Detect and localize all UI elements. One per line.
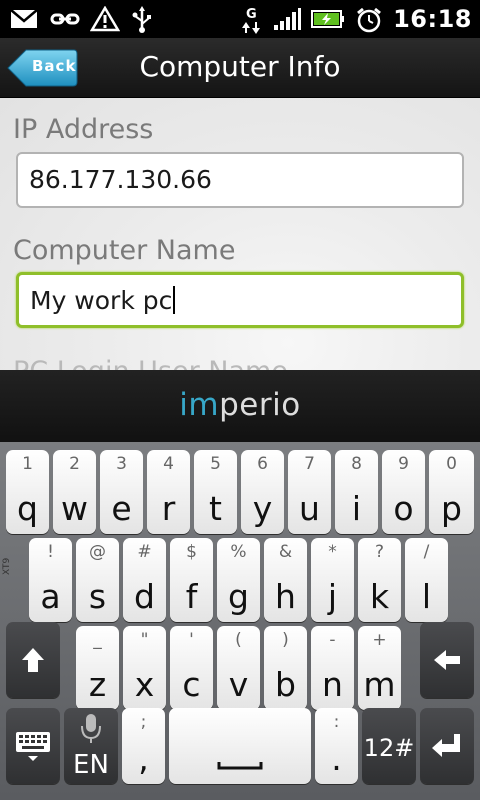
form-area: IP Address 86.177.130.66 Computer Name M… [0,98,480,370]
text-caret [173,286,176,314]
keyboard-icon [16,732,50,761]
ip-address-label: IP Address [13,114,154,145]
key-o[interactable]: 9o [382,450,425,534]
key-period[interactable]: :. [315,708,358,784]
warning-icon [89,5,121,32]
backspace-key[interactable] [420,622,474,698]
imperio-logo: imperio [179,387,301,423]
space-bar-icon [217,762,263,770]
key-c[interactable]: ' c [170,626,213,710]
key-p[interactable]: 0p [429,450,474,534]
pc-login-user-name-label: PC Login User Name [13,356,288,370]
ime-logo-bar: imperio [0,370,480,442]
key-b[interactable]: ) b [264,626,307,710]
language-mic-key[interactable]: EN [64,708,118,784]
title-bar: Back Computer Info [0,38,480,98]
key-h[interactable]: & h [264,538,307,622]
key-i[interactable]: 8i [335,450,378,534]
status-time: 16:18 [393,5,472,33]
page-title: Computer Info [139,50,341,83]
computer-name-label: Computer Name [13,235,236,266]
alarm-clock-icon [355,6,383,33]
symbols-key[interactable]: 12# [362,708,416,784]
status-right-icons: G 16:18 [241,4,472,34]
key-r[interactable]: 4r [147,450,190,534]
key-z[interactable]: _ z [76,626,119,710]
key-k[interactable]: ? k [358,538,401,622]
status-left-icons [10,4,158,34]
key-a[interactable]: ! a [29,538,72,622]
key-e[interactable]: 3e [100,450,143,534]
symbols-label: 12# [363,734,415,762]
shift-key[interactable] [6,622,60,698]
battery-charging-icon [311,6,345,32]
microphone-icon [81,714,101,743]
language-label: EN [73,750,109,780]
enter-key[interactable] [420,708,474,784]
key-comma[interactable]: ;, [122,708,165,784]
key-g[interactable]: % g [217,538,260,622]
soft-keyboard: 1q 2w 3e 4r 5t 6y 7u 8i 9o 0p ! a @ s # d $… [0,442,480,800]
key-t[interactable]: 5t [194,450,237,534]
signal-icon [273,6,302,32]
key-w[interactable]: 2w [53,450,96,534]
gprs-icon: G [241,6,263,34]
key-x[interactable]: " x [123,626,166,710]
computer-name-input[interactable]: My work pc [16,272,464,328]
key-d[interactable]: # d [123,538,166,622]
status-bar: G 16:18 [0,0,480,38]
computer-name-value: My work pc [30,286,173,315]
key-q[interactable]: 1q [6,450,49,534]
key-f[interactable]: $ f [170,538,213,622]
xt9-label: XT9 [2,557,12,575]
shift-arrow-icon [22,648,44,672]
keyboard-hide-key[interactable] [6,708,60,784]
ip-address-value: 86.177.130.66 [29,165,212,194]
usb-icon [130,6,158,33]
enter-arrow-icon [432,734,460,757]
space-key[interactable] [169,708,311,784]
key-u[interactable]: 7u [288,450,331,534]
mail-icon [10,6,38,32]
ip-address-input[interactable]: 86.177.130.66 [16,152,464,208]
svg-text:G: G [246,7,257,22]
key-m[interactable]: + m [358,626,401,710]
key-n[interactable]: -n [311,626,354,710]
key-j[interactable]: * j [311,538,354,622]
key-s[interactable]: @ s [76,538,119,622]
backspace-arrow-icon [434,650,460,670]
key-y[interactable]: 6y [241,450,284,534]
usb-tether-icon [50,6,80,32]
key-l[interactable]: / l [405,538,448,622]
key-v[interactable]: (v [217,626,260,710]
